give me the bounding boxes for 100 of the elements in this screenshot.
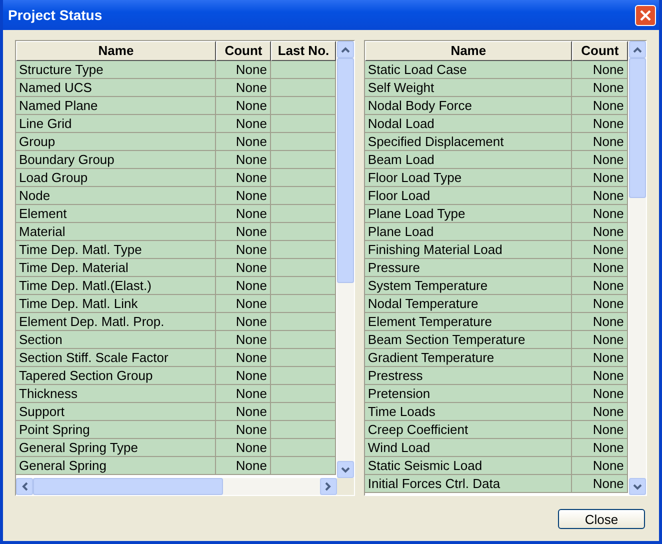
table-cell: None bbox=[216, 277, 271, 295]
table-cell: None bbox=[572, 385, 628, 403]
table-cell: Time Dep. Material bbox=[16, 259, 216, 277]
table-cell: Floor Load bbox=[364, 187, 572, 205]
table-cell: Self Weight bbox=[364, 79, 572, 97]
table-cell bbox=[271, 259, 336, 277]
table-cell: None bbox=[572, 151, 628, 169]
table-cell: None bbox=[572, 205, 628, 223]
table-cell: None bbox=[216, 241, 271, 259]
column-header[interactable]: Count bbox=[572, 41, 628, 61]
table-cell: Load Group bbox=[16, 169, 216, 187]
scrollbar-thumb[interactable] bbox=[33, 478, 223, 495]
table-cell: Nodal Body Force bbox=[364, 97, 572, 115]
caret-left-icon bbox=[22, 482, 28, 491]
table-cell: Plane Load bbox=[364, 223, 572, 241]
table-cell: Thickness bbox=[16, 385, 216, 403]
table-cell: None bbox=[572, 421, 628, 439]
table-cell: Specified Displacement bbox=[364, 133, 572, 151]
table-cell: Time Loads bbox=[364, 403, 572, 421]
table-cell: Section bbox=[16, 331, 216, 349]
table-cell: None bbox=[572, 331, 628, 349]
table-cell: Point Spring bbox=[16, 421, 216, 439]
table-cell: None bbox=[216, 313, 271, 331]
scrollbar-thumb[interactable] bbox=[629, 58, 646, 198]
table-cell: None bbox=[572, 169, 628, 187]
table-cell: None bbox=[216, 205, 271, 223]
scroll-down-button[interactable] bbox=[629, 478, 646, 495]
scrollbar-thumb[interactable] bbox=[336, 58, 354, 283]
column-header[interactable]: Name bbox=[16, 41, 216, 61]
table-cell bbox=[271, 277, 336, 295]
table-cell bbox=[271, 439, 336, 457]
table-cell bbox=[271, 97, 336, 115]
table-cell bbox=[271, 331, 336, 349]
caret-down-icon bbox=[633, 484, 642, 490]
table-cell: None bbox=[572, 133, 628, 151]
table-cell: Prestress bbox=[364, 367, 572, 385]
close-icon[interactable] bbox=[635, 4, 656, 26]
table-cell bbox=[271, 457, 336, 475]
table-cell: General Spring Type bbox=[16, 439, 216, 457]
table-cell: None bbox=[572, 295, 628, 313]
table-cell: None bbox=[572, 187, 628, 205]
table-cell bbox=[271, 349, 336, 367]
table-cell: Beam Load bbox=[364, 151, 572, 169]
table-cell: Element Dep. Matl. Prop. bbox=[16, 313, 216, 331]
scroll-left-button[interactable] bbox=[16, 478, 33, 495]
table-cell: None bbox=[216, 259, 271, 277]
table-cell: None bbox=[216, 133, 271, 151]
table-cell: None bbox=[216, 421, 271, 439]
caret-down-icon bbox=[340, 466, 350, 472]
table-cell bbox=[271, 115, 336, 133]
table-cell: None bbox=[216, 115, 271, 133]
scroll-up-button[interactable] bbox=[629, 41, 646, 58]
table-cell bbox=[271, 133, 336, 151]
table-cell bbox=[271, 187, 336, 205]
table-cell: None bbox=[572, 223, 628, 241]
table-cell: None bbox=[216, 457, 271, 475]
table-cell: None bbox=[572, 313, 628, 331]
table-cell: Pressure bbox=[364, 259, 572, 277]
scroll-up-button[interactable] bbox=[336, 41, 354, 58]
table-cell: Named Plane bbox=[16, 97, 216, 115]
table-cell: None bbox=[572, 475, 628, 493]
table-cell: None bbox=[216, 151, 271, 169]
table-cell: Static Seismic Load bbox=[364, 457, 572, 475]
table-cell: None bbox=[572, 97, 628, 115]
caret-up-icon bbox=[340, 46, 350, 52]
table-cell: Group bbox=[16, 133, 216, 151]
table-cell: None bbox=[216, 97, 271, 115]
scrollbar-corner bbox=[336, 478, 354, 495]
scroll-right-button[interactable] bbox=[320, 478, 337, 495]
table-cell: Floor Load Type bbox=[364, 169, 572, 187]
column-header[interactable]: Name bbox=[364, 41, 572, 61]
table-cell: None bbox=[572, 457, 628, 475]
table-cell: Creep Coefficient bbox=[364, 421, 572, 439]
table-cell: Boundary Group bbox=[16, 151, 216, 169]
table-cell: None bbox=[216, 439, 271, 457]
column-header[interactable]: Count bbox=[216, 41, 271, 61]
table-cell: None bbox=[216, 223, 271, 241]
table-cell: None bbox=[572, 61, 628, 79]
table-cell: None bbox=[216, 367, 271, 385]
table-cell: Wind Load bbox=[364, 439, 572, 457]
scroll-down-button[interactable] bbox=[336, 461, 354, 478]
close-button[interactable]: Close bbox=[558, 509, 645, 529]
table-cell: None bbox=[572, 349, 628, 367]
column-header[interactable]: Last No. bbox=[271, 41, 336, 61]
table-cell bbox=[271, 241, 336, 259]
table-cell: Time Dep. Matl.(Elast.) bbox=[16, 277, 216, 295]
table-cell: Element Temperature bbox=[364, 313, 572, 331]
table-cell: Pretension bbox=[364, 385, 572, 403]
table-cell: None bbox=[216, 385, 271, 403]
table-cell bbox=[271, 151, 336, 169]
table-cell: Material bbox=[16, 223, 216, 241]
table-cell: Finishing Material Load bbox=[364, 241, 572, 259]
table-cell bbox=[271, 295, 336, 313]
table-cell: Initial Forces Ctrl. Data bbox=[364, 475, 572, 493]
caret-right-icon bbox=[325, 482, 332, 491]
table-cell bbox=[271, 403, 336, 421]
table-cell: Gradient Temperature bbox=[364, 349, 572, 367]
table-cell: Tapered Section Group bbox=[16, 367, 216, 385]
table-cell: Element bbox=[16, 205, 216, 223]
table-cell: Node bbox=[16, 187, 216, 205]
